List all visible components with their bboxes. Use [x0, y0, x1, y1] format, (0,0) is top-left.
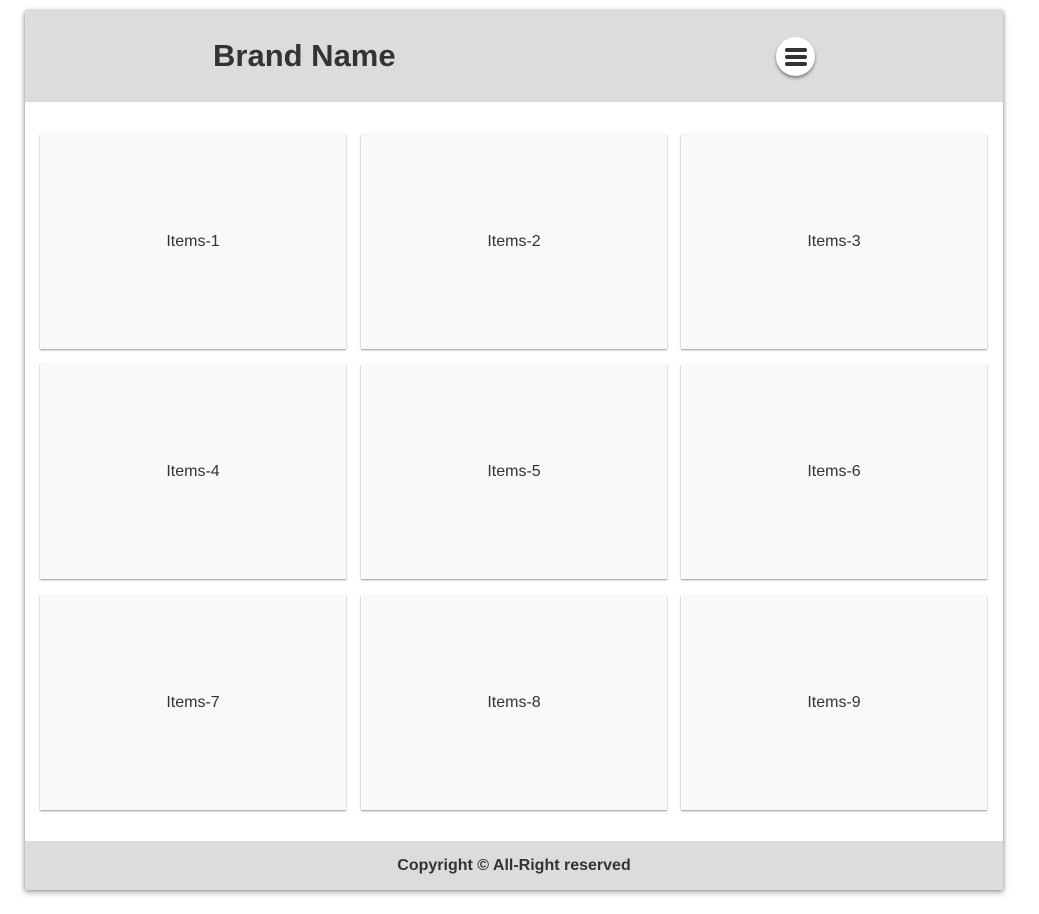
copyright-text: Copyright © All-Right reserved — [397, 856, 631, 874]
menu-button[interactable] — [776, 37, 815, 76]
item-card-6[interactable]: Items-6 — [681, 364, 987, 579]
item-label: Items-3 — [807, 232, 861, 250]
item-label: Items-6 — [807, 462, 861, 480]
item-card-4[interactable]: Items-4 — [40, 364, 346, 579]
item-label: Items-7 — [166, 693, 220, 711]
item-label: Items-5 — [487, 462, 541, 480]
item-card-1[interactable]: Items-1 — [40, 134, 346, 349]
item-label: Items-1 — [166, 232, 220, 250]
page-container: Brand Name Items-1 Items-2 Items-3 Items… — [25, 11, 1003, 890]
item-card-8[interactable]: Items-8 — [361, 595, 667, 810]
item-label: Items-9 — [807, 693, 861, 711]
item-label: Items-4 — [166, 462, 220, 480]
item-label: Items-8 — [487, 693, 541, 711]
header: Brand Name — [25, 11, 1003, 102]
item-card-5[interactable]: Items-5 — [361, 364, 667, 579]
item-card-9[interactable]: Items-9 — [681, 595, 987, 810]
brand-name[interactable]: Brand Name — [213, 36, 396, 76]
item-card-3[interactable]: Items-3 — [681, 134, 987, 349]
item-label: Items-2 — [487, 232, 541, 250]
footer: Copyright © All-Right reserved — [25, 841, 1003, 890]
item-card-7[interactable]: Items-7 — [40, 595, 346, 810]
item-card-2[interactable]: Items-2 — [361, 134, 667, 349]
